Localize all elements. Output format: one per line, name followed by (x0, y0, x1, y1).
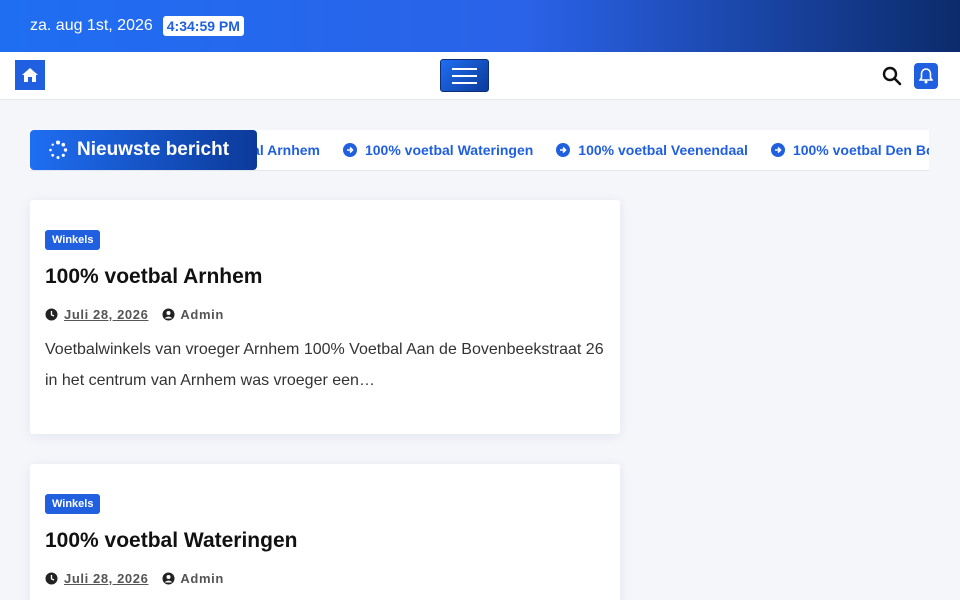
post-author-link[interactable]: Admin (180, 307, 223, 322)
menu-toggle-button[interactable] (440, 59, 489, 92)
notifications-button[interactable] (914, 63, 938, 89)
home-button[interactable] (15, 60, 45, 90)
post-title[interactable]: 100% voetbal Wateringen (45, 529, 605, 553)
ticker-item[interactable]: 100% voetbal Wateringen (342, 142, 534, 158)
post-date: Juli 28, 2026 (45, 307, 148, 322)
ticker-items: 100% voetbal Arnhem 100% voetbal Watering… (257, 130, 929, 170)
main-navbar (0, 52, 960, 100)
user-icon (162, 572, 175, 585)
ticker-item-label: 100% voetbal Arnhem (257, 142, 320, 158)
ticker-label: Nieuwste bericht (30, 130, 257, 170)
ticker-item[interactable]: 100% voetbal Arnhem (257, 142, 320, 158)
category-badge[interactable]: Winkels (45, 230, 101, 250)
post-date-link[interactable]: Juli 28, 2026 (64, 571, 148, 586)
arrow-right-icon (342, 143, 357, 157)
post-meta: Juli 28, 2026 Admin (45, 307, 605, 322)
post-date: Juli 28, 2026 (45, 571, 148, 586)
post-author-link[interactable]: Admin (180, 571, 223, 586)
ticker-track: 100% voetbal Arnhem 100% voetbal Watering… (257, 130, 929, 170)
home-icon (22, 68, 38, 82)
ticker-item-label: 100% voetbal Veenendaal (578, 142, 748, 158)
post-author: Admin (162, 307, 223, 322)
menu-icon (452, 67, 477, 70)
arrow-right-icon (770, 143, 785, 157)
current-time: 4:34:59 PM (162, 16, 244, 36)
ticker-item[interactable]: 100% voetbal Veenendaal (556, 142, 748, 158)
post-author: Admin (162, 571, 223, 586)
current-date: za. aug 1st, 2026 (30, 17, 153, 34)
clock-icon (45, 572, 58, 585)
search-button[interactable] (881, 65, 903, 87)
user-icon (162, 308, 175, 321)
ticker-item-label: 100% voetbal Den Bosch (792, 142, 929, 158)
bell-icon (919, 68, 933, 84)
post-card: Winkels 100% voetbal Arnhem Juli 28, 202… (30, 200, 620, 434)
news-ticker: Nieuwste bericht 100% voetbal Arnhem100%… (30, 130, 929, 171)
ticker-item[interactable]: 100% voetbal Den Bosch (770, 142, 929, 158)
ticker-item-label: 100% voetbal Wateringen (364, 142, 534, 158)
category-badge[interactable]: Winkels (45, 494, 101, 514)
spinner-icon (49, 140, 68, 159)
search-icon (882, 66, 902, 86)
clock-icon (45, 308, 58, 321)
arrow-right-icon (556, 143, 571, 157)
ticker-label-text: Nieuwste bericht (77, 139, 230, 160)
post-excerpt: Voetbalwinkels van vroeger Arnhem 100% V… (45, 341, 604, 389)
post-date-link[interactable]: Juli 28, 2026 (64, 307, 148, 322)
post-meta: Juli 28, 2026 Admin (45, 571, 605, 586)
post-card: Winkels 100% voetbal Wateringen Juli 28,… (30, 464, 620, 600)
post-title[interactable]: 100% voetbal Arnhem (45, 265, 605, 289)
top-bar: za. aug 1st, 2026 4:34:59 PM (0, 0, 960, 52)
